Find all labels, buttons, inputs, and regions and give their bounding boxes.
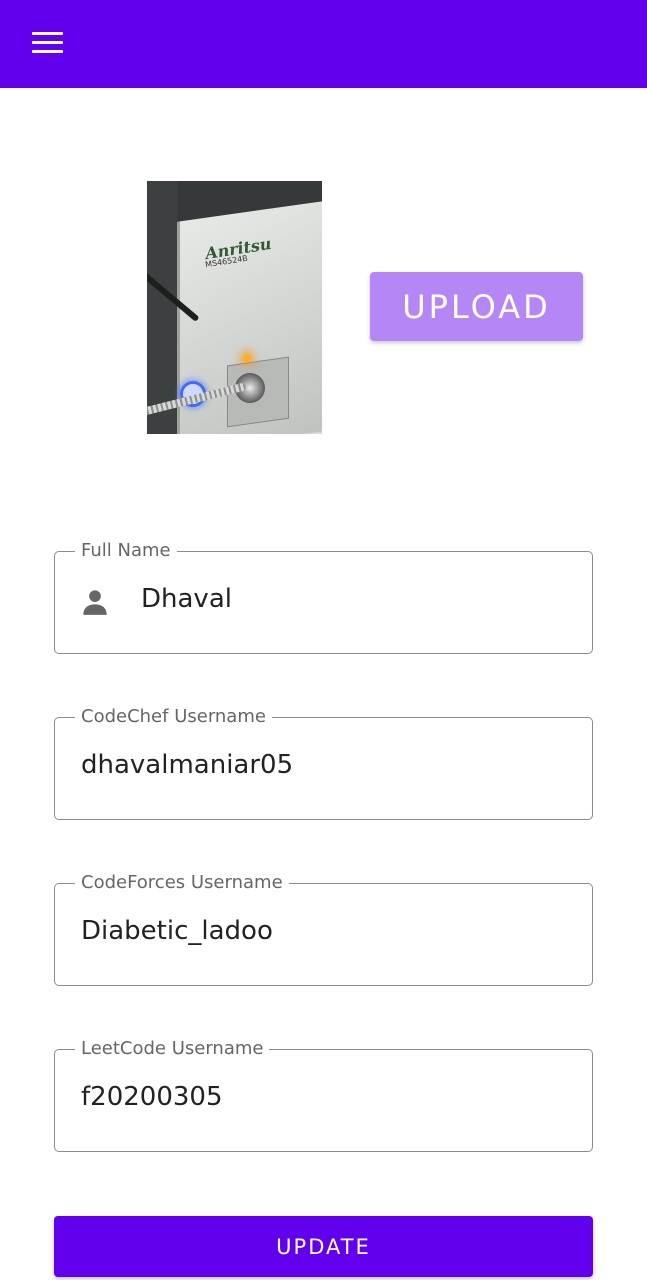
- codeforces-username-label: CodeForces Username: [75, 872, 289, 894]
- full-name-field[interactable]: Full Name Dhaval: [54, 540, 593, 654]
- full-name-value[interactable]: Dhaval: [141, 584, 232, 614]
- update-button[interactable]: UPDATE: [54, 1216, 593, 1277]
- leetcode-username-value[interactable]: f20200305: [81, 1082, 223, 1112]
- full-name-label: Full Name: [75, 540, 177, 562]
- upload-button[interactable]: UPLOAD: [370, 272, 583, 341]
- leetcode-username-label: LeetCode Username: [75, 1038, 270, 1060]
- codechef-username-value[interactable]: dhavalmaniar05: [81, 750, 293, 780]
- leetcode-username-field[interactable]: LeetCode Username f20200305: [54, 1038, 593, 1152]
- codechef-username-field[interactable]: CodeChef Username dhavalmaniar05: [54, 706, 593, 820]
- profile-photo: Anritsu MS46524B: [147, 181, 322, 434]
- codeforces-username-field[interactable]: CodeForces Username Diabetic_ladoo: [54, 872, 593, 986]
- hamburger-menu-icon: [31, 31, 63, 53]
- app-bar: [0, 0, 647, 88]
- codechef-username-label: CodeChef Username: [75, 706, 272, 728]
- codeforces-username-value[interactable]: Diabetic_ladoo: [81, 916, 273, 946]
- menu-button[interactable]: [22, 20, 72, 64]
- person-icon: [83, 590, 107, 615]
